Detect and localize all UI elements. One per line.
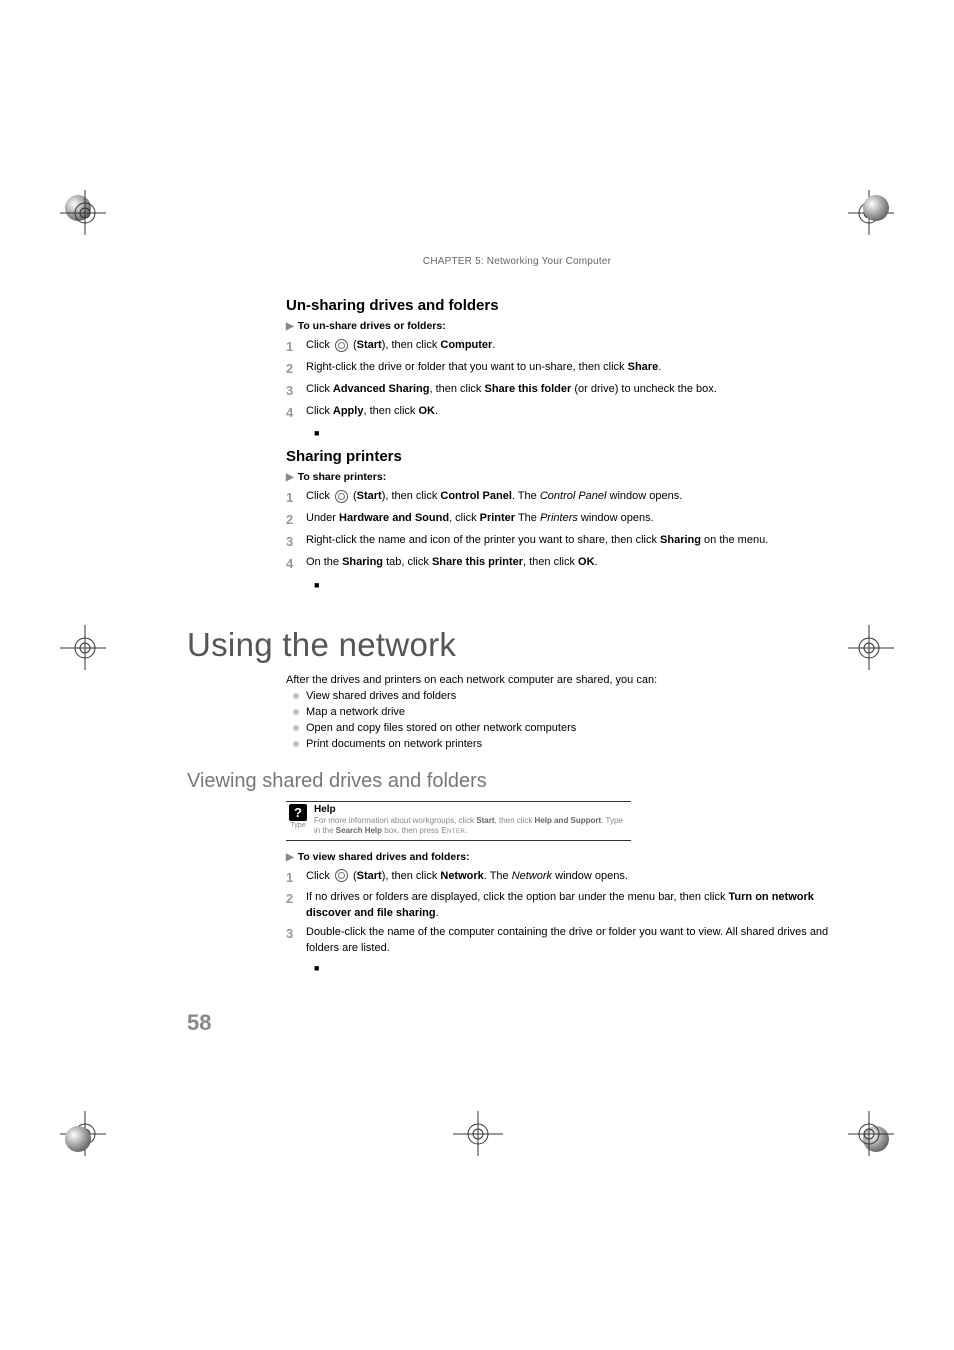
printers-task: ▶To share printers: [286,471,847,483]
bullet-2: ■Map a network drive [286,706,847,720]
viewing-task: ▶To view shared drives and folders: [286,851,847,863]
viewing-heading: Viewing shared drives and folders [187,770,847,793]
unshare-step-2: 2Right-click the drive or folder that yo… [286,360,847,379]
printers-step-2: 2Under Hardware and Sound, click Printer… [286,511,847,530]
triangle-icon: ▶ [286,472,294,483]
unshare-section: Un-sharing drives and folders ▶To un-sha… [286,297,847,590]
page-number: 58 [187,1010,211,1036]
unshare-task: ▶To un-share drives or folders: [286,320,847,332]
printers-step-1: 1Click (Start), then click Control Panel… [286,489,847,508]
printers-step-3: 3Right-click the name and icon of the pr… [286,533,847,552]
start-icon [335,490,348,503]
end-mark: ■ [314,580,847,590]
crop-sphere-icon [65,1126,91,1152]
printers-step-4: 4On the Sharing tab, click Share this pr… [286,555,847,574]
triangle-icon: ▶ [286,852,294,863]
unshare-step-1: 1Click (Start), then click Computer. [286,338,847,357]
end-mark: ■ [314,963,847,973]
help-type-label: Type [286,822,310,829]
bullet-4: ■Print documents on network printers [286,738,847,752]
using-intro-block: After the drives and printers on each ne… [286,674,847,752]
unshare-step-4: 4Click Apply, then click OK. [286,404,847,423]
using-network-heading: Using the network [187,626,847,664]
help-title: Help [314,804,631,815]
help-body: For more information about workgroups, c… [314,816,631,837]
start-icon [335,869,348,882]
viewing-step-1: 1Click (Start), then click Network. The … [286,869,847,888]
start-icon [335,339,348,352]
unshare-title: Un-sharing drives and folders [286,297,847,314]
printers-title: Sharing printers [286,448,847,465]
help-icon: ? [289,804,307,821]
registration-mark-icon [50,620,106,676]
chapter-header: CHAPTER 5: Networking Your Computer [187,256,847,267]
crop-sphere-icon [863,195,889,221]
help-box: ? Type Help For more information about w… [286,801,631,841]
triangle-icon: ▶ [286,321,294,332]
unshare-step-3: 3Click Advanced Sharing, then click Shar… [286,382,847,401]
viewing-step-3: 3Double-click the name of the computer c… [286,925,847,957]
bullet-1: ■View shared drives and folders [286,690,847,704]
bullet-3: ■Open and copy files stored on other net… [286,722,847,736]
using-intro: After the drives and printers on each ne… [286,674,847,686]
registration-mark-icon [50,185,106,241]
registration-mark-icon [450,1106,506,1162]
end-mark: ■ [314,428,847,438]
registration-mark-icon [848,620,904,676]
viewing-step-2: 2If no drives or folders are displayed, … [286,890,847,922]
registration-mark-icon [848,1106,904,1162]
